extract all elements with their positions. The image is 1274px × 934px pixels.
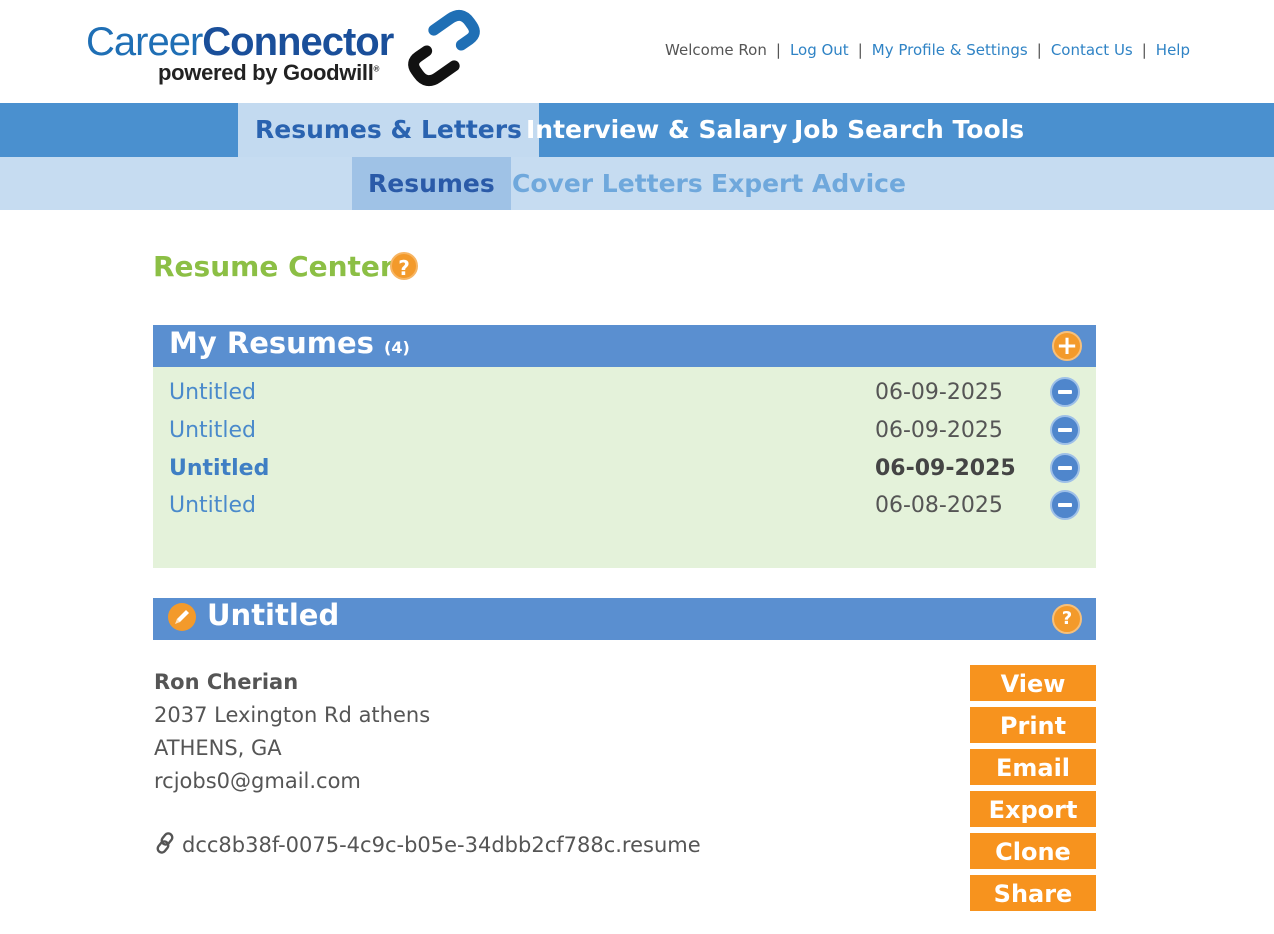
- resume-date: 06-08-2025: [875, 493, 1003, 518]
- resume-date: 06-09-2025: [875, 418, 1003, 443]
- remove-resume-icon[interactable]: [1050, 490, 1080, 520]
- resume-file: dcc8b38f-0075-4c9c-b05e-34dbb2cf788c.res…: [154, 832, 701, 859]
- print-button[interactable]: Print: [970, 707, 1096, 743]
- list-item-selected: Untitled 06-09-2025: [153, 453, 1096, 492]
- resume-date: 06-09-2025: [875, 380, 1003, 405]
- contact-email: rcjobs0@gmail.com: [154, 769, 361, 793]
- page-title: Resume Center: [153, 250, 394, 283]
- resume-detail-header: Untitled ?: [153, 598, 1096, 640]
- career-connector-logo[interactable]: CareerConnector powered by Goodwill®: [86, 9, 486, 90]
- subtab-cover-letters[interactable]: Cover Letters: [496, 157, 719, 210]
- resume-count: (4): [384, 338, 410, 357]
- add-resume-icon[interactable]: +: [1052, 331, 1082, 361]
- pencil-icon[interactable]: [168, 603, 196, 631]
- contact-name: Ron Cherian: [154, 670, 299, 694]
- primary-nav: Resumes & Letters Interview & Salary Job…: [0, 103, 1274, 157]
- my-resumes-header: My Resumes (4) +: [153, 325, 1096, 367]
- secondary-nav: Resumes Cover Letters Expert Advice: [0, 157, 1274, 210]
- remove-resume-icon[interactable]: [1050, 415, 1080, 445]
- resume-list: Untitled 06-09-2025 Untitled 06-09-2025 …: [153, 367, 1096, 568]
- resume-file-name: dcc8b38f-0075-4c9c-b05e-34dbb2cf788c.res…: [182, 833, 701, 857]
- question-circle-icon[interactable]: ?: [390, 252, 418, 280]
- subtab-expert-advice[interactable]: Expert Advice: [695, 157, 922, 210]
- welcome-text: Welcome Ron: [665, 41, 767, 59]
- remove-resume-icon[interactable]: [1050, 377, 1080, 407]
- resume-name-link[interactable]: Untitled: [169, 380, 256, 405]
- contact-us-link[interactable]: Contact Us: [1051, 41, 1133, 59]
- logo-tagline: powered by Goodwill®: [158, 60, 380, 85]
- resume-date: 06-09-2025: [875, 456, 1016, 481]
- email-button[interactable]: Email: [970, 749, 1096, 785]
- tab-job-search-tools[interactable]: Job Search Tools: [777, 103, 1041, 157]
- resume-name-link[interactable]: Untitled: [169, 418, 256, 443]
- link-icon: [154, 832, 176, 859]
- top-links: Welcome Ron | Log Out | My Profile & Setting…: [665, 41, 1190, 59]
- my-resumes-title: My Resumes (4): [169, 326, 410, 360]
- share-button[interactable]: Share: [970, 875, 1096, 911]
- contact-city: ATHENS, GA: [154, 736, 282, 760]
- list-item: Untitled 06-09-2025: [153, 415, 1096, 454]
- resume-title[interactable]: Untitled: [207, 598, 339, 632]
- resume-name-link[interactable]: Untitled: [169, 456, 269, 481]
- logout-link[interactable]: Log Out: [790, 41, 849, 59]
- tab-resumes-letters[interactable]: Resumes & Letters: [238, 103, 539, 157]
- export-button[interactable]: Export: [970, 791, 1096, 827]
- help-link[interactable]: Help: [1156, 41, 1190, 59]
- contact-address: 2037 Lexington Rd athens: [154, 703, 431, 727]
- question-circle-icon[interactable]: ?: [1052, 604, 1082, 634]
- tab-interview-salary[interactable]: Interview & Salary: [509, 103, 804, 157]
- list-item: Untitled 06-09-2025: [153, 377, 1096, 416]
- clone-button[interactable]: Clone: [970, 833, 1096, 869]
- list-item: Untitled 06-08-2025: [153, 490, 1096, 529]
- view-button[interactable]: View: [970, 665, 1096, 701]
- logo-wordmark: CareerConnector: [86, 20, 394, 64]
- chain-link-logo-icon: [408, 9, 480, 87]
- remove-resume-icon[interactable]: [1050, 453, 1080, 483]
- resume-name-link[interactable]: Untitled: [169, 493, 256, 518]
- profile-settings-link[interactable]: My Profile & Settings: [872, 41, 1028, 59]
- subtab-resumes[interactable]: Resumes: [352, 157, 511, 210]
- resume-contact-info: Ron Cherian 2037 Lexington Rd athens ATH…: [154, 666, 430, 798]
